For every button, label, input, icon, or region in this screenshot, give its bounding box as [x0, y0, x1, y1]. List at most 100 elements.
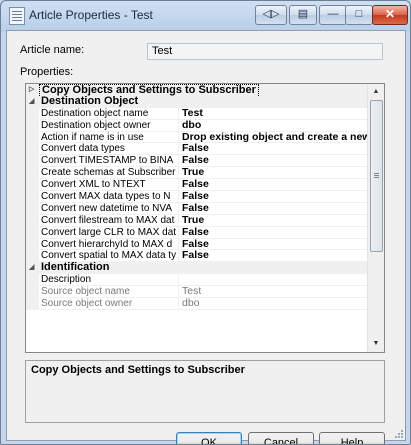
expand-toggle-icon[interactable]: ▷: [29, 84, 34, 96]
help-button-label: Help: [340, 437, 364, 445]
property-row[interactable]: Source object owner dbo: [26, 298, 369, 310]
expand-toggle-icon[interactable]: ◢: [29, 262, 34, 274]
property-name: Source object owner: [41, 298, 179, 309]
row-margin: [26, 238, 39, 250]
property-value[interactable]: False: [182, 179, 369, 191]
property-name: Create schemas at Subscriber: [41, 167, 179, 179]
maximize-icon: □: [355, 8, 363, 20]
thumb-grip-icon: [374, 173, 379, 174]
property-value[interactable]: False: [182, 191, 369, 203]
property-name: Convert XML to NTEXT: [41, 179, 179, 191]
property-row[interactable]: Convert data types False: [26, 143, 369, 156]
property-row[interactable]: Convert XML to NTEXT False: [26, 179, 369, 192]
help-button[interactable]: Help: [319, 432, 385, 445]
scroll-down-icon[interactable]: ▼: [368, 336, 384, 352]
property-value[interactable]: False: [182, 227, 369, 239]
property-row[interactable]: Convert new datetime to NVA False: [26, 202, 369, 215]
minimize-button[interactable]: —: [319, 5, 347, 25]
row-margin: [26, 202, 39, 214]
property-value[interactable]: False: [182, 203, 369, 215]
property-value[interactable]: Drop existing object and create a new: [182, 132, 369, 144]
property-row[interactable]: Create schemas at Subscriber True: [26, 167, 369, 180]
maximize-button[interactable]: □: [345, 5, 373, 25]
property-category-label: Identification: [41, 261, 110, 274]
property-row[interactable]: Destination object owner dbo: [26, 119, 369, 132]
properties-label: Properties:: [20, 66, 74, 78]
window-extra-button-1[interactable]: ◁▷: [255, 5, 287, 25]
property-name: Convert large CLR to MAX dat: [41, 226, 179, 238]
property-name: Destination object owner: [41, 119, 179, 131]
minimize-icon: —: [327, 8, 339, 20]
property-row[interactable]: Convert large CLR to MAX dat False: [26, 226, 369, 239]
dialog-client-area: Article name: Test Properties: ▷ Copy Obj…: [6, 30, 406, 444]
property-name: Convert hierarchyId to MAX d: [41, 238, 179, 250]
close-button[interactable]: ✕: [372, 5, 408, 25]
property-value: Test: [182, 286, 202, 298]
article-properties-window: Article Properties - Test ◁▷ ▤ — □ ✕ Art…: [0, 0, 411, 445]
property-value[interactable]: False: [182, 250, 369, 262]
scrollbar-thumb[interactable]: [370, 100, 383, 252]
property-value[interactable]: Test: [182, 108, 369, 120]
property-value[interactable]: True: [182, 167, 369, 179]
row-margin: [26, 119, 39, 131]
property-row[interactable]: Destination object name Test: [26, 107, 369, 120]
ok-button[interactable]: OK: [176, 432, 242, 444]
expand-toggle-icon[interactable]: ◢: [29, 96, 34, 108]
row-margin: [26, 274, 39, 286]
title-bar[interactable]: Article Properties - Test ◁▷ ▤ — □ ✕: [1, 1, 410, 29]
row-margin: [26, 167, 39, 179]
property-name: Convert filestream to MAX dat: [41, 214, 179, 226]
row-margin: [26, 107, 39, 119]
view-layout-icon: ▤: [297, 8, 309, 20]
property-name: Convert MAX data types to N: [41, 191, 179, 202]
property-row[interactable]: Description: [26, 274, 369, 287]
row-margin: [26, 214, 39, 226]
row-margin: [26, 286, 39, 298]
article-name-label: Article name:: [20, 44, 85, 56]
row-margin: [26, 250, 39, 262]
close-icon: ✕: [384, 7, 396, 21]
navigate-arrows-icon: ◁▷: [262, 8, 280, 20]
property-name: Convert TIMESTAMP to BINA: [41, 155, 179, 167]
vertical-scrollbar[interactable]: ▲ ▼: [367, 84, 384, 352]
property-row[interactable]: Convert TIMESTAMP to BINA False: [26, 155, 369, 168]
cancel-button[interactable]: Cancel: [248, 432, 314, 444]
property-category-label: Destination Object: [41, 94, 139, 107]
row-margin: [26, 143, 39, 155]
property-row[interactable]: Convert filestream to MAX dat True: [26, 214, 369, 227]
property-value[interactable]: True: [182, 215, 369, 227]
scroll-up-icon[interactable]: ▲: [368, 84, 384, 100]
row-margin: [26, 155, 39, 167]
property-name: Description: [41, 274, 179, 286]
property-row[interactable]: Convert MAX data types to N False: [26, 191, 369, 203]
row-margin: [26, 298, 39, 309]
property-name: Convert new datetime to NVA: [41, 202, 179, 214]
property-grid[interactable]: ▷ Copy Objects and Settings to Subscriber…: [25, 83, 385, 353]
property-name: Convert spatial to MAX data ty: [41, 250, 179, 262]
property-name: Source object name: [41, 286, 179, 298]
property-value[interactable]: False: [182, 143, 369, 155]
row-margin: [26, 179, 39, 191]
property-name: Action if name is in use: [41, 131, 179, 143]
property-row[interactable]: Source object name Test: [26, 286, 369, 299]
row-margin: [26, 226, 39, 238]
row-margin: [26, 191, 39, 202]
row-margin: [26, 131, 39, 143]
property-row[interactable]: Action if name is in use Drop existing ob…: [26, 131, 369, 144]
property-value[interactable]: False: [182, 155, 369, 167]
property-grid-rows: ▷ Copy Objects and Settings to Subscriber…: [26, 84, 369, 310]
property-name: Destination object name: [41, 107, 179, 119]
resize-grip-icon[interactable]: [393, 428, 403, 438]
properties-document-icon: [9, 7, 25, 25]
property-category-row[interactable]: ◢ Identification: [26, 261, 369, 275]
property-row[interactable]: Convert hierarchyId to MAX d False: [26, 238, 369, 251]
window-extra-button-2[interactable]: ▤: [289, 5, 317, 25]
window-title: Article Properties - Test: [29, 8, 153, 22]
property-category-row[interactable]: ◢ Destination Object: [26, 94, 369, 108]
property-value: dbo: [182, 298, 200, 310]
article-name-field[interactable]: Test: [147, 43, 383, 60]
property-value[interactable]: False: [182, 239, 369, 251]
property-description-panel: Copy Objects and Settings to Subscriber: [25, 360, 385, 423]
property-value[interactable]: dbo: [182, 120, 369, 132]
property-name: Convert data types: [41, 143, 179, 155]
